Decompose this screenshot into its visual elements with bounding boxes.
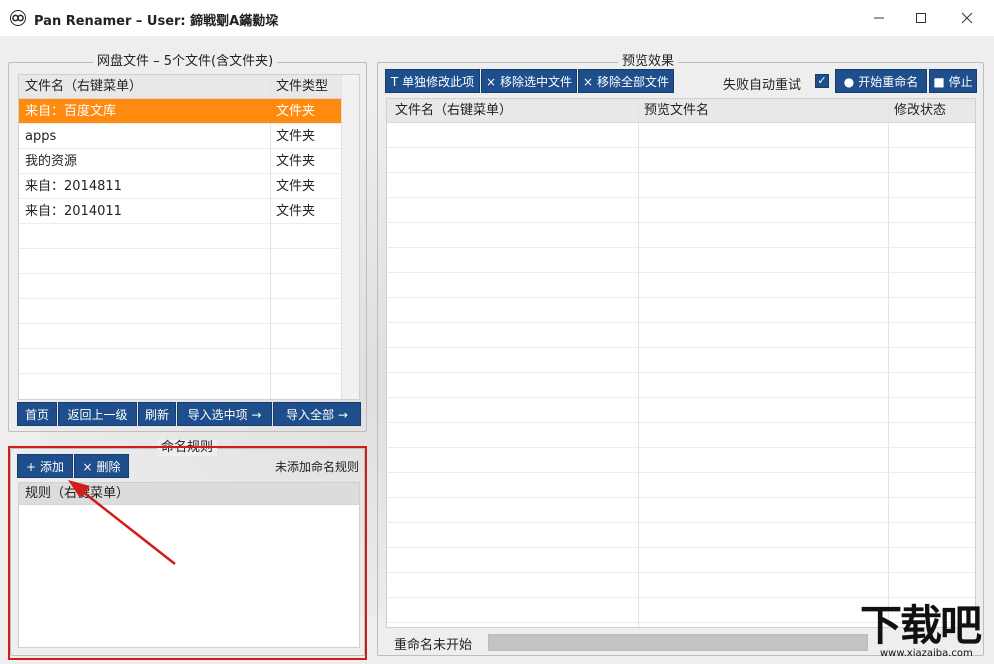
refresh-button[interactable]: 刷新 (138, 402, 176, 426)
column-header-filetype[interactable]: 文件类型 (270, 75, 340, 99)
go-up-button[interactable]: 返回上一级 (58, 402, 137, 426)
table-row-empty (387, 173, 975, 198)
rename-status-text: 重命名未开始 (394, 638, 473, 653)
table-row[interactable]: 来自：2014811 文件夹 (19, 174, 341, 199)
file-type-cell: 文件夹 (276, 204, 316, 219)
dot-icon: ● (843, 75, 855, 89)
table-row-empty (387, 148, 975, 173)
file-name-cell: 来自：2014011 (25, 204, 122, 219)
table-row-empty (387, 298, 975, 323)
start-rename-button[interactable]: ● 开始重命名 (835, 69, 927, 93)
table-row-empty (387, 573, 975, 598)
table-row-empty (387, 398, 975, 423)
watermark-url: www.xiazaiba.com (880, 648, 973, 659)
stop-label: 停止 (948, 75, 973, 89)
table-row[interactable]: 来自：2014011 文件夹 (19, 199, 341, 224)
close-icon: × (485, 75, 497, 89)
table-row-empty (387, 423, 975, 448)
table-row-empty (387, 523, 975, 548)
import-all-button[interactable]: 导入全部 → (273, 402, 361, 426)
watermark-logo-text: 下载吧 (860, 601, 982, 650)
file-type-cell: 文件夹 (276, 179, 316, 194)
close-button[interactable] (944, 0, 990, 36)
preview-table[interactable]: 文件名（右键菜单） 预览文件名 修改状态 (386, 98, 976, 628)
annotation-highlight-box (8, 446, 367, 660)
pan-files-title: 网盘文件 – 5个文件(含文件夹) (93, 54, 278, 70)
check-icon: ✓ (817, 74, 827, 87)
close-icon (961, 12, 973, 24)
text-edit-icon: T (390, 75, 399, 89)
table-row-empty (19, 324, 341, 349)
table-row-empty (387, 323, 975, 348)
table-row-empty (387, 273, 975, 298)
file-name-cell: apps (25, 129, 57, 144)
file-name-cell: 来自：百度文库 (25, 104, 117, 119)
window-title: Pan Renamer – User: 鍗戦劅A鏋勬垜 (34, 14, 279, 29)
table-row-empty (387, 248, 975, 273)
column-header-filename[interactable]: 文件名（右键菜单） (19, 75, 269, 99)
table-row-empty (387, 548, 975, 573)
home-button[interactable]: 首页 (17, 402, 57, 426)
title-bar: Pan Renamer – User: 鍗戦劅A鏋勬垜 (0, 0, 994, 36)
start-rename-label: 开始重命名 (858, 75, 919, 89)
auto-retry-label: 失败自动重试 (723, 78, 802, 93)
stop-square-icon: ■ (933, 75, 945, 89)
maximize-icon (916, 13, 926, 23)
table-row-empty (19, 274, 341, 299)
rename-progress-bar (488, 634, 868, 651)
pan-files-header: 文件名（右键菜单） 文件类型 (19, 75, 359, 99)
column-header-status[interactable]: 修改状态 (888, 99, 946, 123)
baidu-cloud-icon (10, 10, 26, 26)
table-row-empty (19, 249, 341, 274)
file-type-cell: 文件夹 (276, 154, 316, 169)
edit-single-label: 单独修改此项 (402, 75, 475, 89)
remove-selected-label: 移除选中文件 (500, 75, 573, 89)
maximize-button[interactable] (898, 0, 944, 36)
table-row-empty (387, 498, 975, 523)
table-row-empty (19, 349, 341, 374)
table-row-empty (387, 348, 975, 373)
close-icon: × (582, 75, 594, 89)
file-name-cell: 来自：2014811 (25, 179, 122, 194)
column-header-preview-name[interactable]: 预览文件名 (638, 99, 709, 123)
file-type-cell: 文件夹 (276, 129, 316, 144)
vertical-scrollbar[interactable] (341, 75, 359, 399)
stop-button[interactable]: ■ 停止 (929, 69, 977, 93)
file-type-cell: 文件夹 (276, 104, 316, 119)
column-header-filename[interactable]: 文件名（右键菜单） (389, 99, 512, 123)
remove-all-label: 移除全部文件 (597, 75, 670, 89)
table-row-empty (387, 373, 975, 398)
preview-header: 文件名（右键菜单） 预览文件名 修改状态 (387, 99, 975, 123)
file-name-cell: 我的资源 (25, 154, 78, 169)
import-selected-button[interactable]: 导入选中项 → (177, 402, 272, 426)
pan-files-table[interactable]: 文件名（右键菜单） 文件类型 来自：百度文库 文件夹 apps 文件夹 我的资源… (18, 74, 360, 400)
table-row[interactable]: 我的资源 文件夹 (19, 149, 341, 174)
table-row-empty (387, 448, 975, 473)
remove-all-button[interactable]: × 移除全部文件 (578, 69, 674, 93)
table-row-empty (387, 473, 975, 498)
minimize-icon (874, 17, 884, 19)
table-row-empty (387, 123, 975, 148)
client-area: 网盘文件 – 5个文件(含文件夹) 文件名（右键菜单） 文件类型 来自：百度文库… (0, 36, 994, 664)
preview-title: 预览效果 (618, 54, 679, 70)
table-row[interactable]: 来自：百度文库 文件夹 (19, 99, 341, 124)
table-row-empty (19, 299, 341, 324)
site-watermark: 下载吧 www.xiazaiba.com (858, 604, 992, 664)
table-row-empty (19, 224, 341, 249)
table-row-empty (387, 198, 975, 223)
auto-retry-checkbox[interactable]: ✓ (815, 74, 829, 88)
edit-single-button[interactable]: T 单独修改此项 (385, 69, 480, 93)
table-row[interactable]: apps 文件夹 (19, 124, 341, 149)
remove-selected-button[interactable]: × 移除选中文件 (481, 69, 577, 93)
table-row-empty (387, 223, 975, 248)
minimize-button[interactable] (856, 0, 902, 36)
